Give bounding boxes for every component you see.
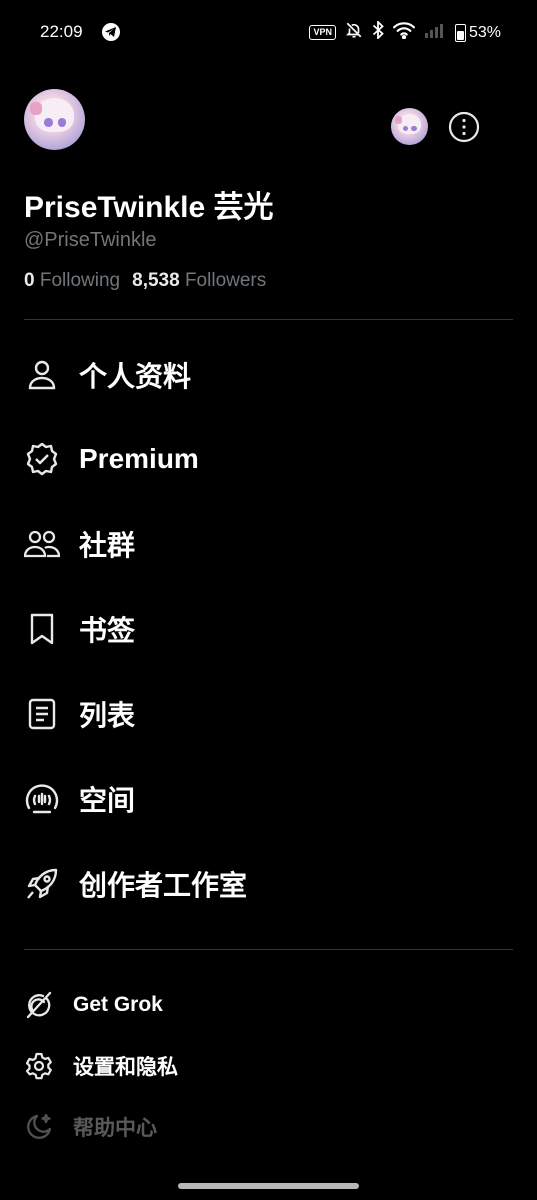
- battery-percent: 53%: [468, 23, 501, 41]
- account-switcher-avatar[interactable]: [391, 108, 428, 145]
- following-count: 0: [24, 270, 35, 291]
- followers-label: Followers: [184, 270, 267, 291]
- followers-count: 8,538: [132, 270, 180, 291]
- menu-item-label: 个人资料: [79, 361, 192, 392]
- communities-icon: [24, 526, 60, 562]
- spaces-icon: [24, 781, 60, 817]
- verified-badge-icon: [24, 441, 60, 477]
- menu-item-label: 空间: [79, 785, 136, 816]
- follow-stats: 0 Following 8,538 Followers: [24, 270, 266, 292]
- divider: [24, 319, 513, 320]
- menu-item-premium[interactable]: Premium: [24, 431, 199, 487]
- wifi-icon: [392, 21, 415, 44]
- person-icon: [24, 357, 60, 393]
- menu-item-label: 列表: [79, 700, 136, 731]
- moon-icon: [24, 1112, 54, 1142]
- menu-item-creator-studio[interactable]: 创作者工作室: [24, 856, 247, 912]
- menu-item-label: 书签: [79, 615, 136, 646]
- menu-item-label: 社群: [79, 530, 136, 561]
- menu-item-spaces[interactable]: 空间: [24, 771, 135, 827]
- rocket-icon: [24, 866, 60, 902]
- battery-icon: [454, 23, 466, 42]
- bell-off-icon: [345, 21, 363, 44]
- grok-icon: [24, 990, 54, 1020]
- menu-item-help-center[interactable]: 帮助中心: [24, 1107, 157, 1147]
- gesture-home-bar[interactable]: [178, 1183, 359, 1189]
- divider: [24, 949, 513, 950]
- user-handle: @PriseTwinkle: [24, 229, 157, 251]
- menu-item-label: Get Grok: [73, 993, 163, 1016]
- telegram-icon: [102, 23, 120, 41]
- list-icon: [24, 696, 60, 732]
- menu-item-get-grok[interactable]: Get Grok: [24, 985, 163, 1025]
- followers-link[interactable]: 8,538 Followers: [132, 270, 266, 291]
- status-bar: 22:09 VPN 53%: [0, 0, 537, 62]
- menu-item-label: 设置和隐私: [73, 1056, 178, 1079]
- display-name[interactable]: PriseTwinkle 芸光: [24, 182, 274, 226]
- gear-icon: [24, 1051, 54, 1081]
- bookmark-icon: [24, 611, 60, 647]
- signal-icon: [424, 22, 446, 43]
- menu-item-settings-privacy[interactable]: 设置和隐私: [24, 1046, 178, 1086]
- menu-item-communities[interactable]: 社群: [24, 516, 135, 572]
- menu-item-label: Premium: [79, 443, 199, 474]
- menu-item-profile[interactable]: 个人资料: [24, 347, 191, 403]
- following-label: Following: [39, 270, 121, 291]
- menu-item-label: 帮助中心: [73, 1117, 157, 1140]
- bluetooth-icon: [372, 19, 384, 44]
- status-time: 22:09: [40, 22, 83, 41]
- menu-item-label: 创作者工作室: [79, 870, 248, 901]
- menu-item-lists[interactable]: 列表: [24, 686, 135, 742]
- following-link[interactable]: 0 Following: [24, 270, 120, 291]
- profile-avatar[interactable]: [24, 89, 85, 150]
- more-options-icon[interactable]: [448, 111, 480, 143]
- vpn-icon: VPN: [309, 25, 336, 40]
- menu-item-bookmarks[interactable]: 书签: [24, 601, 135, 657]
